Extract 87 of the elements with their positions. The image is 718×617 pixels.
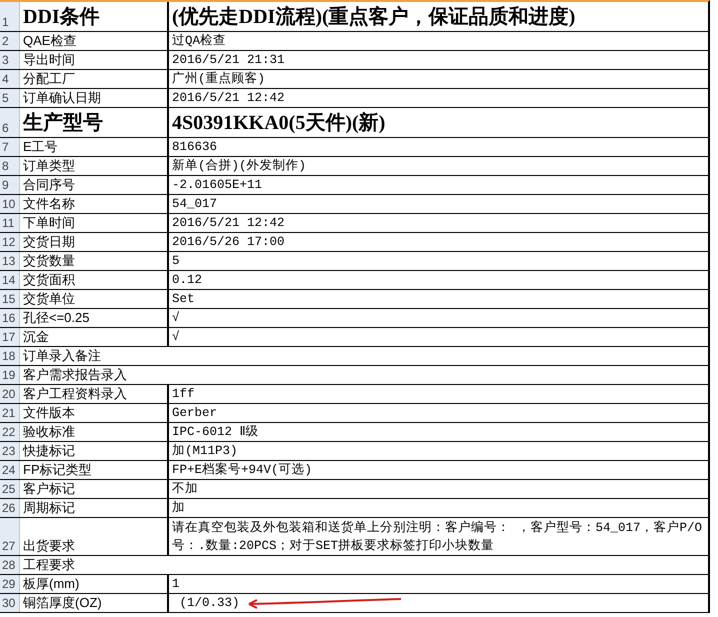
- cell-value: Set: [171, 291, 196, 308]
- cell-value: 2016/5/21 21:31: [171, 52, 286, 69]
- row-number: 19: [0, 366, 20, 384]
- row-number: 25: [0, 480, 20, 498]
- cell-label: 合同序号: [20, 176, 169, 194]
- cell-label: 周期标记: [20, 499, 169, 517]
- cell-value: 请在真空包装及外包装箱和送货单上分别注明：客户编号： ，客户型号：54_017，客户P/O号：.数量:20PCS；对于SET拼板要求标签打印小块数量: [171, 520, 704, 555]
- cell-value: 4S0391KKA0(5天件)(新): [171, 110, 386, 136]
- cell-label: 客户工程资料录入: [20, 385, 169, 403]
- row-number: 20: [0, 385, 20, 403]
- cell-value: 2016/5/21 12:42: [171, 215, 286, 232]
- cell-value: -2.01605E+11: [171, 177, 264, 194]
- cell-label: 出货要求: [20, 518, 169, 555]
- cell-value: 2016/5/21 12:42: [171, 90, 286, 107]
- cell-label: 订单录入备注: [22, 347, 102, 365]
- cell-label: 铜箔厚度(OZ): [20, 594, 169, 612]
- cell-label: 生产型号: [20, 108, 169, 137]
- cell-value: 1: [171, 576, 181, 593]
- row-number: 14: [0, 271, 20, 289]
- row-number: 10: [0, 195, 20, 213]
- cell-value: 新单(合拼)(外发制作): [171, 158, 308, 175]
- cell-value: 816636: [171, 139, 218, 156]
- row-number: 24: [0, 461, 20, 479]
- cell-label: 交货数量: [20, 252, 169, 270]
- cell-label: 导出时间: [20, 51, 169, 69]
- cell-value: √: [171, 329, 181, 346]
- cell-label: E工号: [20, 138, 169, 156]
- row-number: 17: [0, 328, 20, 346]
- cell-label: 订单类型: [20, 157, 169, 175]
- cell-value: IPC-6012 Ⅱ级: [171, 424, 260, 441]
- row-number: 29: [0, 575, 20, 593]
- cell-label: 工程要求: [22, 556, 76, 574]
- cell-value: 2016/5/26 17:00: [171, 234, 286, 251]
- cell-label: 文件名称: [20, 195, 169, 213]
- cell-value: 5: [171, 253, 181, 270]
- cell-value: 加(M11P3): [171, 442, 239, 460]
- row-number: 23: [0, 442, 20, 460]
- cell-value: 过QA检查: [171, 32, 228, 50]
- row-number: 21: [0, 404, 20, 422]
- row-number: 8: [0, 157, 20, 175]
- cell-label: 板厚(mm): [20, 575, 169, 593]
- row-number: 30: [0, 594, 20, 612]
- cell-label: 订单确认日期: [20, 89, 169, 107]
- row-number: 26: [0, 499, 20, 517]
- cell-value: 1ff: [171, 386, 196, 403]
- cell-label: 客户需求报告录入: [22, 366, 128, 384]
- row-number: 11: [0, 214, 20, 232]
- row-number: 9: [0, 176, 20, 194]
- row-number: 5: [0, 89, 20, 107]
- row-number: 18: [0, 347, 20, 365]
- row-number: 12: [0, 233, 20, 251]
- cell-label: FP标记类型: [20, 461, 169, 479]
- cell-label: 客户标记: [20, 480, 169, 498]
- cell-label: 分配工厂: [20, 70, 169, 88]
- row-number: 7: [0, 138, 20, 156]
- cell-value: (1/0.33): [178, 595, 241, 612]
- cell-label: 下单时间: [20, 214, 169, 232]
- cell-value: 54_017: [171, 196, 218, 213]
- cell-label: 交货日期: [20, 233, 169, 251]
- row-number: 1: [0, 2, 20, 31]
- cell-value: √: [171, 310, 181, 327]
- row-number: 13: [0, 252, 20, 270]
- row-number: 4: [0, 70, 20, 88]
- cell-value: 不加: [171, 480, 199, 498]
- cell-label: 孔径<=0.25: [20, 309, 169, 327]
- row-number: 6: [0, 108, 20, 137]
- cell-value: (优先走DDI流程)(重点客户，保证品质和进度): [171, 4, 576, 30]
- cell-label: 交货面积: [20, 271, 169, 289]
- cell-label: 交货单位: [20, 290, 169, 308]
- cell-label: 快捷标记: [20, 442, 169, 460]
- row-number: 16: [0, 309, 20, 327]
- cell-label: 验收标准: [20, 423, 169, 441]
- cell-value: 0.12: [171, 272, 204, 289]
- cell-value: 广州(重点顾客): [171, 70, 266, 88]
- cell-value: Gerber: [171, 405, 218, 422]
- cell-value: 加: [171, 500, 186, 517]
- cell-label: DDI条件: [20, 2, 169, 31]
- row-number: 2: [0, 32, 20, 50]
- cell-label: 文件版本: [20, 404, 169, 422]
- cell-label: 沉金: [20, 328, 169, 346]
- cell-value: FP+E档案号+94V(可选): [171, 461, 314, 479]
- row-number: 27: [0, 518, 20, 555]
- row-number: 15: [0, 290, 20, 308]
- row-number: 28: [0, 556, 20, 574]
- row-number: 22: [0, 423, 20, 441]
- cell-label: QAE检查: [20, 32, 169, 50]
- row-number: 3: [0, 51, 20, 69]
